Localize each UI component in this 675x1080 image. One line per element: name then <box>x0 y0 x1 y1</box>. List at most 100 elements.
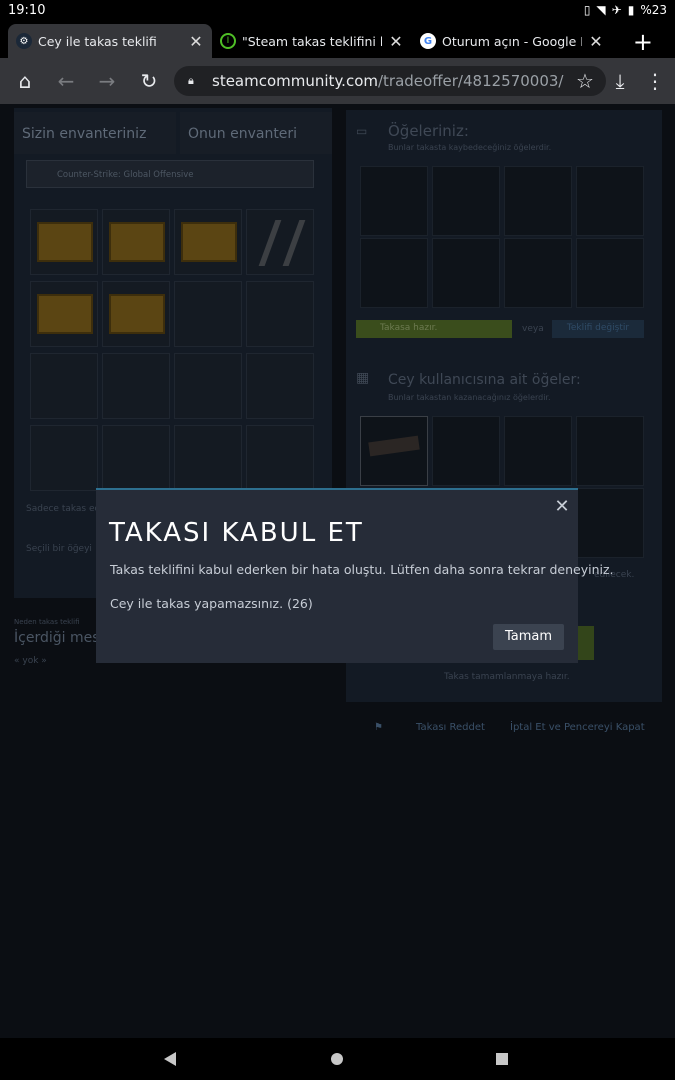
close-icon[interactable]: ✕ <box>588 32 604 51</box>
trade-slot[interactable] <box>432 416 500 486</box>
tab-title: "Steam takas teklifini kabul e <box>242 33 382 49</box>
airplane-icon: ✈ <box>611 3 622 17</box>
trade-slot[interactable] <box>576 416 644 486</box>
status-bar: 19:10 ▯ ◥ ✈ ▮ %23 <box>0 0 675 22</box>
trade-slot[interactable] <box>576 488 644 558</box>
message-label: İçerdiği mes <box>14 630 100 646</box>
inventory-slot[interactable] <box>102 425 170 491</box>
bookmark-star-icon[interactable]: ☆ <box>565 58 605 104</box>
inventory-item[interactable] <box>246 209 314 275</box>
reload-icon[interactable]: ↻ <box>129 58 169 104</box>
cancel-close-link[interactable]: İptal Et ve Pencereyi Kapat <box>510 722 645 733</box>
nav-home-icon[interactable] <box>331 1053 343 1065</box>
home-icon[interactable]: ⌂ <box>5 58 45 104</box>
inventory-slot[interactable] <box>246 281 314 347</box>
tab-title: Oturum açın - Google Hesap <box>442 33 582 49</box>
url-host: steamcommunity.com <box>212 72 378 90</box>
tab-steam-guide[interactable]: I "Steam takas teklifini kabul e ✕ <box>212 24 412 58</box>
tab-their-inventory[interactable]: Onun envanteri <box>180 112 332 154</box>
tab-strip: ⚙ Cey ile takas teklifi ✕ I "Steam takas… <box>0 22 675 58</box>
inventory-item[interactable] <box>174 209 242 275</box>
trade-item-rifle[interactable] <box>360 416 428 486</box>
inventory-slot[interactable] <box>246 425 314 491</box>
trade-slot[interactable] <box>504 238 572 308</box>
battery-icon: ▮ <box>627 3 635 17</box>
their-items-title: Cey kullanıcısına ait öğeler: <box>388 372 581 388</box>
wifi-icon: ◥ <box>596 3 606 17</box>
tab-google-signin[interactable]: G Oturum açın - Google Hesap ✕ <box>412 24 612 58</box>
why-label: Neden takas teklifi <box>14 618 80 626</box>
power-icon: I <box>220 33 236 49</box>
your-items-title: Öğeleriniz: <box>388 122 469 140</box>
inventory-slot[interactable] <box>174 425 242 491</box>
trade-slot[interactable] <box>360 238 428 308</box>
system-nav-bar <box>0 1038 675 1080</box>
ready-checkbox[interactable]: Takasa hazır. <box>356 320 512 338</box>
crate-icon <box>37 222 93 262</box>
crate-icon <box>37 294 93 334</box>
dialog-detail: Cey ile takas yapamazsınız. (26) <box>110 596 313 611</box>
battery-percent: %23 <box>640 3 667 17</box>
inventory-slot[interactable] <box>174 281 242 347</box>
inventory-item[interactable] <box>30 281 98 347</box>
trade-slot[interactable] <box>576 238 644 308</box>
trade-slot[interactable] <box>432 238 500 308</box>
download-icon[interactable]: ⤓ <box>600 58 640 104</box>
close-icon[interactable]: ✕ <box>388 32 404 51</box>
forward-icon[interactable]: → <box>87 58 127 104</box>
inventory-slot[interactable] <box>174 353 242 419</box>
status-icons: ▯ ◥ ✈ ▮ %23 <box>584 3 667 17</box>
inventory-item[interactable] <box>30 209 98 275</box>
inventory-slot[interactable] <box>246 353 314 419</box>
screen: 19:10 ▯ ◥ ✈ ▮ %23 ⚙ Cey ile takas teklif… <box>0 0 675 1080</box>
inventory-slot[interactable] <box>102 353 170 419</box>
trade-status-note: Takas tamamlanmaya hazır. <box>444 672 570 682</box>
crate-icon <box>109 222 165 262</box>
trade-slot[interactable] <box>432 166 500 236</box>
dialog-message: Takas teklifini kabul ederken bir hata o… <box>110 562 614 577</box>
back-icon[interactable]: ← <box>46 58 86 104</box>
trade-slot[interactable] <box>504 166 572 236</box>
change-offer-button[interactable]: Teklifi değiştir <box>552 320 644 338</box>
game-select[interactable]: Counter-Strike: Global Offensive <box>26 160 314 188</box>
error-dialog: ✕ TAKASI KABUL ET Takas teklifini kabul … <box>96 488 614 663</box>
close-icon[interactable]: ✕ <box>188 32 204 51</box>
steam-icon: ⚙ <box>16 33 32 49</box>
trade-slot[interactable] <box>504 416 572 486</box>
vibrate-icon: ▯ <box>583 3 591 17</box>
url-path: /tradeoffer/4812570003/ <box>377 72 564 90</box>
google-icon: G <box>420 33 436 49</box>
tab-your-inventory[interactable]: Sizin envanteriniz <box>14 112 176 154</box>
their-items-sub: Bunlar takastan kazanacağınız öğelerdir. <box>388 393 551 402</box>
only-trade-note: Sadece takas edi <box>26 504 103 514</box>
ok-button[interactable]: Tamam <box>493 624 564 650</box>
inventory-item[interactable] <box>102 281 170 347</box>
menu-icon[interactable]: ⋮ <box>635 58 675 104</box>
inventory-slot[interactable] <box>30 425 98 491</box>
trade-slot[interactable] <box>360 166 428 236</box>
knife-icon <box>258 220 306 266</box>
none-label: « yok » <box>14 656 47 666</box>
address-bar[interactable]: 🔒︎ steamcommunity.com/tradeoffer/4812570… <box>174 66 606 96</box>
your-items-sub: Bunlar takasta kaybedeceğiniz öğelerdir. <box>388 143 552 152</box>
decline-trade-link[interactable]: Takası Reddet <box>416 722 485 733</box>
close-icon[interactable]: ✕ <box>554 496 570 517</box>
crate-icon <box>109 294 165 334</box>
new-tab-button[interactable]: + <box>633 28 653 56</box>
browser-toolbar: ⌂ ← → ↻ 🔒︎ steamcommunity.com/tradeoffer… <box>0 58 675 104</box>
avatar: ▭ <box>356 124 368 138</box>
status-time: 19:10 <box>8 3 46 18</box>
lock-icon: 🔒︎ <box>188 74 194 87</box>
nav-back-icon[interactable] <box>164 1052 176 1066</box>
rifle-icon <box>368 435 420 457</box>
trade-slot[interactable] <box>576 166 644 236</box>
flag-icon: ⚑ <box>374 722 383 733</box>
inventory-slot[interactable] <box>30 353 98 419</box>
select-item-note: Seçili bir öğeyi <box>26 544 92 554</box>
nav-recents-icon[interactable] <box>496 1053 508 1065</box>
tab-steam-trade[interactable]: ⚙ Cey ile takas teklifi ✕ <box>8 24 212 58</box>
partner-avatar: ▦ <box>356 370 370 386</box>
inventory-item[interactable] <box>102 209 170 275</box>
tab-title: Cey ile takas teklifi <box>38 33 157 49</box>
dialog-title: TAKASI KABUL ET <box>109 518 364 548</box>
